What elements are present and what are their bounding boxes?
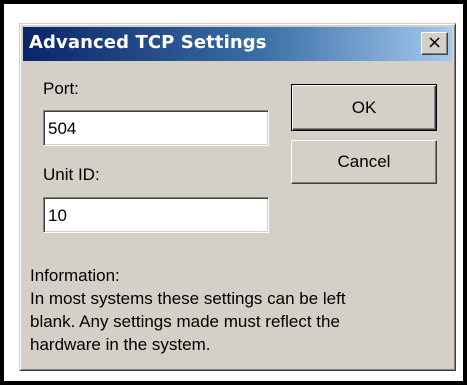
title-bar[interactable]: Advanced TCP Settings × bbox=[23, 27, 452, 61]
information-line: blank. Any settings made must reflect th… bbox=[30, 312, 340, 331]
unit-id-label: Unit ID: bbox=[43, 165, 100, 184]
information-heading: Information: bbox=[30, 266, 120, 285]
screenshot-frame: Advanced TCP Settings × Port: 504 Unit I… bbox=[0, 0, 467, 385]
information-line: hardware in the system. bbox=[30, 335, 211, 354]
advanced-tcp-settings-dialog: Advanced TCP Settings × Port: 504 Unit I… bbox=[19, 23, 456, 371]
ok-button[interactable]: OK bbox=[291, 84, 437, 131]
information-text: Information: In most systems these setti… bbox=[30, 264, 445, 356]
close-icon: × bbox=[426, 32, 443, 53]
port-label: Port: bbox=[43, 79, 79, 98]
dialog-title: Advanced TCP Settings bbox=[29, 32, 267, 53]
cancel-button[interactable]: Cancel bbox=[291, 140, 437, 184]
port-input[interactable]: 504 bbox=[43, 110, 269, 146]
close-button[interactable]: × bbox=[421, 32, 448, 55]
information-line: In most systems these settings can be le… bbox=[30, 289, 346, 308]
unit-id-input[interactable]: 10 bbox=[43, 197, 269, 233]
